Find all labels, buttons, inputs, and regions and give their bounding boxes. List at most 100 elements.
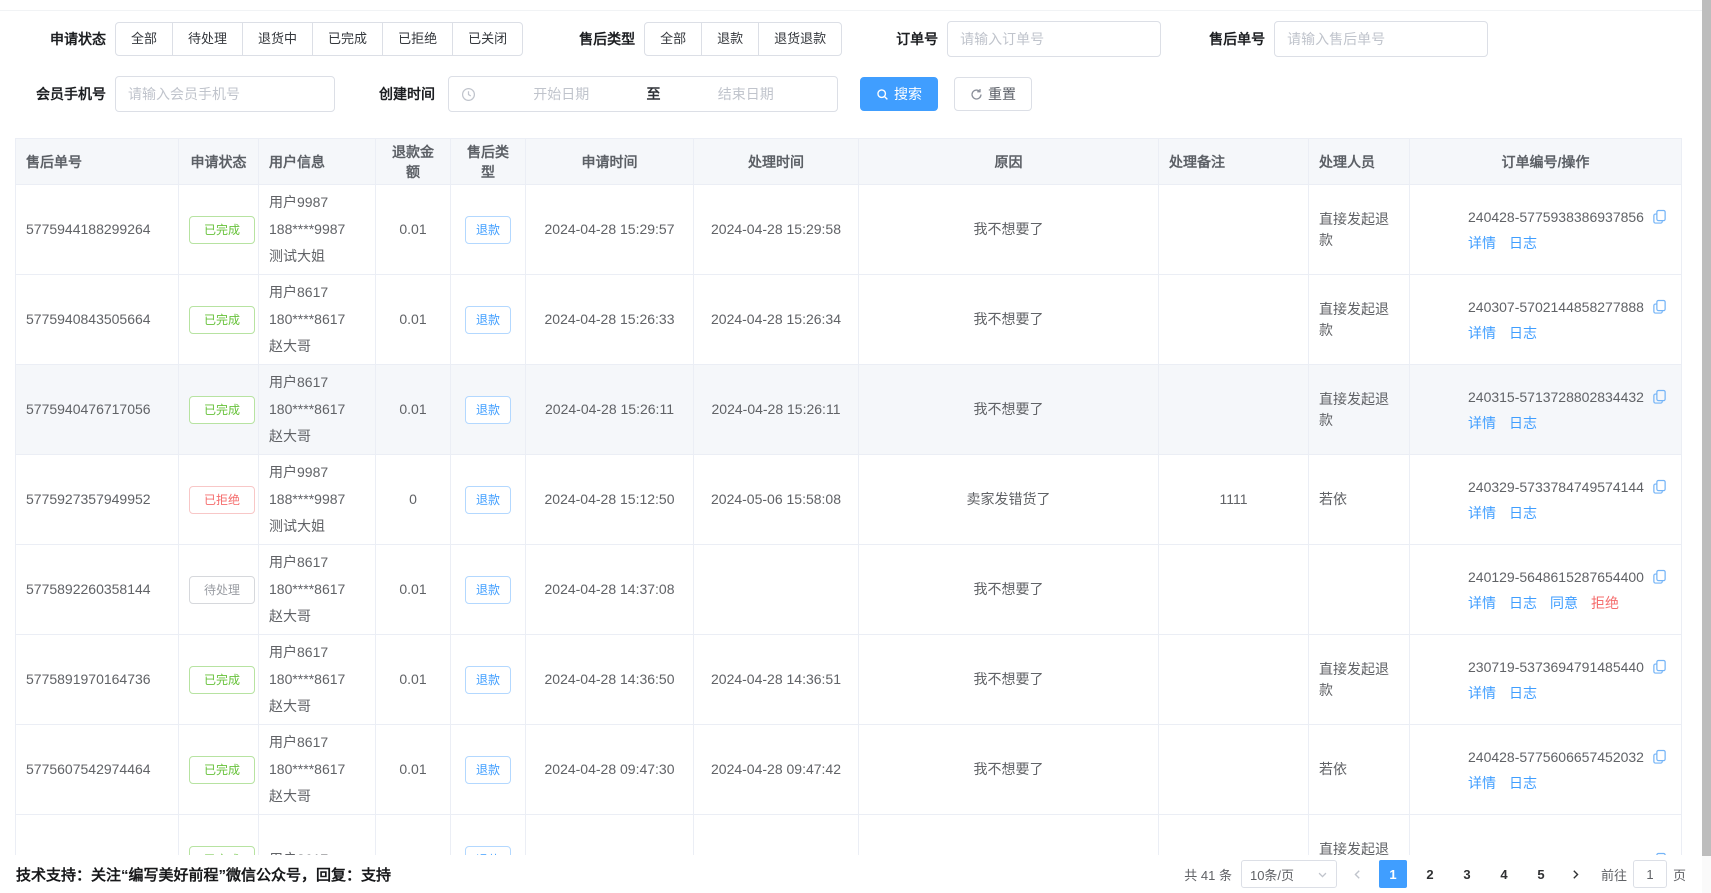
action-link[interactable]: 详情 [1468,231,1496,255]
service-type-button-group: 全部退款退货退款 [644,22,842,56]
apply-status-option[interactable]: 退货中 [242,22,313,56]
action-link[interactable]: 拒绝 [1591,591,1619,615]
order-actions-cell: 240307-5702144858277888详情日志 [1410,275,1682,365]
action-link[interactable]: 详情 [1468,591,1496,615]
reason-cell: 我不想要了 [859,635,1159,725]
next-page-button[interactable] [1564,860,1588,888]
order-number: 240307-5702144858277888 [1468,295,1644,319]
page-number-button[interactable]: 2 [1416,860,1444,888]
copy-icon[interactable] [1652,389,1667,404]
after-sales-admin-page: 申请状态 全部待处理退货中已完成已拒绝已关闭 售后类型 全部退款退货退款 订单号… [0,0,1711,893]
order-number: 240428-5775606657452032 [1468,745,1644,769]
user-info-cell: 用户9987188****9987测试大姐 [259,455,376,545]
goto-page-input[interactable] [1633,860,1667,888]
copy-icon[interactable] [1652,479,1667,494]
action-link[interactable]: 日志 [1509,501,1537,525]
scrollbar-thumb[interactable] [1702,0,1711,856]
page-number-button[interactable]: 1 [1379,860,1407,888]
page-number-button[interactable]: 5 [1527,860,1555,888]
service-no-input[interactable] [1274,21,1488,57]
action-link[interactable]: 详情 [1468,771,1496,795]
apply-status-option[interactable]: 全部 [115,22,173,56]
handle-time-cell: 2024-05-06 15:58:08 [694,455,859,545]
search-button[interactable]: 搜索 [860,77,938,111]
action-link[interactable]: 详情 [1468,321,1496,345]
column-header: 处理备注 [1159,139,1309,185]
service-type-option[interactable]: 全部 [644,22,702,56]
status-badge: 已完成 [189,756,255,784]
service-type-option[interactable]: 退货退款 [758,22,842,56]
status-badge: 已完成 [189,306,255,334]
start-date-placeholder[interactable]: 开始日期 [482,84,641,104]
copy-icon[interactable] [1652,569,1667,584]
goto-page: 前往 页 [1601,860,1686,888]
user-info-cell: 用户8617180****8617赵大哥 [259,725,376,815]
apply-time-cell: 2024-04-28 14:36:50 [526,635,694,725]
reason-cell: 我不想要了 [859,545,1159,635]
apply-status-option[interactable]: 已拒绝 [382,22,453,56]
handle-time-cell: 2024-04-28 15:26:11 [694,365,859,455]
column-header: 售后类型 [451,139,526,185]
type-badge: 退款 [465,486,511,514]
handle-time-cell: 2024-04-28 09:47:42 [694,725,859,815]
date-range-picker[interactable]: 开始日期 至 结束日期 [448,76,838,112]
action-link[interactable]: 日志 [1509,411,1537,435]
apply-status-cell: 已完成 [179,635,259,725]
action-link[interactable]: 详情 [1468,501,1496,525]
order-no-label: 订单号 [896,29,938,49]
copy-icon[interactable] [1652,209,1667,224]
service-type-option[interactable]: 退款 [701,22,759,56]
copy-icon[interactable] [1652,659,1667,674]
service-type-cell: 退款 [451,635,526,725]
apply-time-cell: 2024-04-28 15:26:11 [526,365,694,455]
service-type-cell: 退款 [451,545,526,635]
handler-cell: 若依 [1309,725,1410,815]
reset-button[interactable]: 重置 [954,77,1032,111]
handler-cell: 直接发起退款 [1309,365,1410,455]
action-link[interactable]: 同意 [1550,591,1578,615]
action-link[interactable]: 日志 [1509,771,1537,795]
action-link[interactable]: 日志 [1509,591,1537,615]
reason-cell: 我不想要了 [859,185,1159,275]
prev-page-button[interactable] [1346,860,1370,888]
status-badge: 已完成 [189,216,255,244]
action-link[interactable]: 日志 [1509,681,1537,705]
service-no-label: 售后单号 [1209,29,1265,49]
order-number: 240329-5733784749574144 [1468,475,1644,499]
page-size-select[interactable]: 10条/页 [1241,860,1337,888]
service-type-cell: 退款 [451,275,526,365]
service-type-cell: 退款 [451,725,526,815]
service-number-cell: 5775944188299264 [16,185,179,275]
apply-time-cell: 2024-04-28 14:37:08 [526,545,694,635]
created-time-label: 创建时间 [379,84,435,104]
table-row: 5775607542974464已完成用户8617180****8617赵大哥0… [16,725,1682,815]
copy-icon[interactable] [1652,299,1667,314]
apply-status-option[interactable]: 已关闭 [452,22,523,56]
date-range-separator: 至 [641,84,667,104]
page-number-button[interactable]: 3 [1453,860,1481,888]
handle-time-cell: 2024-04-28 15:26:34 [694,275,859,365]
action-link[interactable]: 详情 [1468,411,1496,435]
action-link[interactable]: 详情 [1468,681,1496,705]
service-type-cell: 退款 [451,185,526,275]
action-link[interactable]: 日志 [1509,231,1537,255]
column-header: 申请时间 [526,139,694,185]
remark-cell: 1111 [1159,455,1309,545]
user-info-cell: 用户8617180****8617赵大哥 [259,545,376,635]
type-badge: 退款 [465,216,511,244]
apply-status-option[interactable]: 待处理 [172,22,243,56]
remark-cell [1159,545,1309,635]
end-date-placeholder[interactable]: 结束日期 [667,84,826,104]
remark-cell [1159,365,1309,455]
copy-icon[interactable] [1652,749,1667,764]
reason-cell: 我不想要了 [859,725,1159,815]
order-number: 230719-5373694791485440 [1468,655,1644,679]
page-number-button[interactable]: 4 [1490,860,1518,888]
type-badge: 退款 [465,306,511,334]
order-no-input[interactable] [947,21,1161,57]
member-phone-input[interactable] [115,76,335,112]
action-link[interactable]: 日志 [1509,321,1537,345]
service-type-cell: 退款 [451,365,526,455]
apply-status-option[interactable]: 已完成 [312,22,383,56]
filter-row-1: 申请状态 全部待处理退货中已完成已拒绝已关闭 售后类型 全部退款退货退款 订单号… [0,22,1690,56]
